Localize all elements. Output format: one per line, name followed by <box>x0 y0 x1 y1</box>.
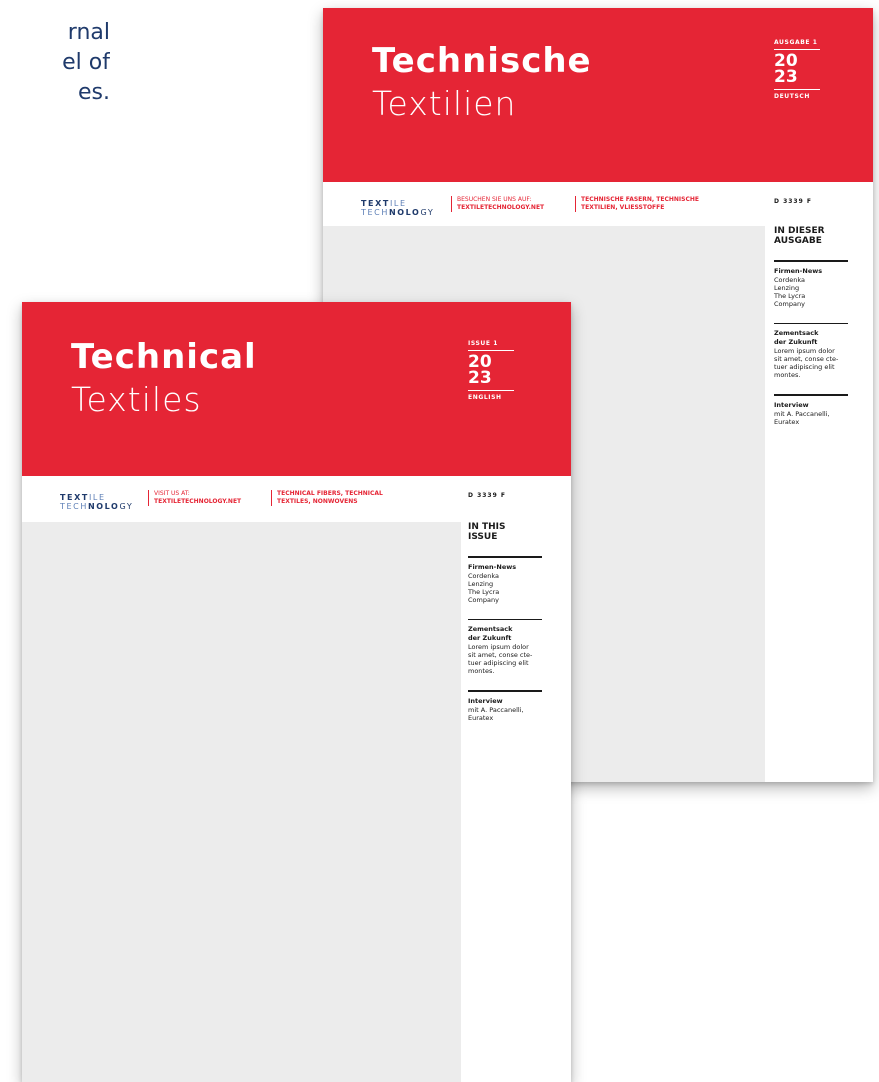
toc-heading: Interview <box>774 400 809 409</box>
visit-info: VISIT US AT: TEXTILETECHNOLOGY.NET <box>148 490 241 506</box>
toc-body-line: The Lycra <box>468 587 500 596</box>
intro-line: rnal <box>67 20 110 45</box>
toc-body-line: Company <box>774 299 805 308</box>
toc-title-line: IN THIS <box>468 522 506 532</box>
doc-code: D 3339 F <box>468 492 506 499</box>
toc-body-line: sit amet, conse cte- <box>774 355 839 363</box>
logo-part: TECH <box>60 502 88 511</box>
toc-body-line: mit A. Paccanelli, <box>468 705 524 714</box>
logo-part: NOLO <box>87 502 120 511</box>
toc-body-line: Lenzing <box>468 579 494 588</box>
cover-title: Technische <box>372 41 592 81</box>
toc-section: Interview mit A. Paccanelli, Euratex <box>774 401 854 426</box>
info-bar: TEXTILE TECHNOLOGY BESUCHEN SIE UNS AUF:… <box>323 182 873 226</box>
toc-heading: Zementsack <box>468 625 513 633</box>
issue-year: 20 23 <box>468 354 514 391</box>
toc-body-line: Cordenka <box>774 275 805 284</box>
topics-line: TECHNISCHE FASERN, TECHNISCHE <box>581 196 700 203</box>
issue-label: ISSUE 1 <box>468 340 514 351</box>
toc-body-line: mit A. Paccanelli, <box>774 409 830 418</box>
toc-divider <box>774 322 848 324</box>
toc-heading: der Zukunft <box>774 338 818 346</box>
logo-part: TEXT <box>60 493 89 502</box>
toc-body-line: montes. <box>468 667 495 675</box>
title-band: Technical Textiles ISSUE 1 20 23 ENGLISH <box>22 302 571 476</box>
toc-body-line: The Lycra <box>774 291 806 300</box>
cover-image-placeholder <box>22 522 461 1082</box>
toc-heading: Interview <box>468 696 503 705</box>
table-of-contents: IN THIS ISSUE Firmen-News Cordenka Lenzi… <box>468 522 548 737</box>
topics-line: TEXTILES, NONWOVENS <box>277 498 358 505</box>
topics-line: TECHNICAL FIBERS, TECHNICAL <box>277 490 383 497</box>
toc-body-line: Lorem ipsum dolor <box>774 347 835 355</box>
logo-part: TEXT <box>361 199 390 208</box>
toc-title-line: ISSUE <box>468 532 498 542</box>
toc-heading: der Zukunft <box>468 634 512 642</box>
toc-body-line: sit amet, conse cte- <box>468 651 533 659</box>
intro-line: es. <box>78 80 110 105</box>
toc-body-line: Euratex <box>774 417 800 426</box>
toc-title: IN THIS ISSUE <box>468 522 548 542</box>
toc-body-line: tuer adipiscing elit <box>774 363 835 371</box>
topics-info: TECHNISCHE FASERN, TECHNISCHE TEXTILIEN,… <box>575 196 699 212</box>
visit-url: TEXTILETECHNOLOGY.NET <box>154 498 242 505</box>
issue-language: DEUTSCH <box>774 93 810 100</box>
visit-label: VISIT US AT: <box>154 490 190 497</box>
issue-block: AUSGABE 1 20 23 DEUTSCH <box>774 39 820 100</box>
topics-info: TECHNICAL FIBERS, TECHNICAL TEXTILES, NO… <box>271 490 383 506</box>
toc-body-line: montes. <box>774 371 801 379</box>
toc-section: Interview mit A. Paccanelli, Euratex <box>468 697 548 722</box>
cover-subtitle: Textilien <box>372 84 517 123</box>
intro-line: el of <box>62 50 110 75</box>
cover-subtitle: Textiles <box>71 380 202 419</box>
issue-block: ISSUE 1 20 23 ENGLISH <box>468 340 514 401</box>
toc-divider <box>468 690 542 692</box>
toc-body-line: Cordenka <box>468 571 499 580</box>
toc-section: Firmen-News Cordenka Lenzing The Lycra C… <box>468 563 548 604</box>
toc-body-line: tuer adipiscing elit <box>468 659 529 667</box>
toc-divider <box>774 260 848 262</box>
visit-url: TEXTILETECHNOLOGY.NET <box>457 204 545 211</box>
logo-part: ILE <box>389 199 407 208</box>
toc-body-line: Lorem ipsum dolor <box>468 643 529 651</box>
intro-text: rnal el of es. <box>0 18 110 148</box>
toc-section: Zementsack der Zukunft Lorem ipsum dolor… <box>468 625 548 675</box>
topics-line: TEXTILIEN, VLIESSTOFFE <box>581 204 665 211</box>
toc-divider <box>468 556 542 558</box>
cover-english: Technical Textiles ISSUE 1 20 23 ENGLISH… <box>22 302 571 1082</box>
cover-title: Technical <box>71 337 257 377</box>
issue-label: AUSGABE 1 <box>774 39 820 50</box>
logo-part: NOLO <box>388 208 421 217</box>
visit-label: BESUCHEN SIE UNS AUF: <box>457 196 532 203</box>
issue-year-bottom: 23 <box>468 368 492 388</box>
issue-year-bottom: 23 <box>774 67 798 87</box>
toc-section: Zementsack der Zukunft Lorem ipsum dolor… <box>774 329 854 379</box>
toc-body-line: Company <box>468 595 499 604</box>
toc-heading: Firmen-News <box>468 562 517 571</box>
toc-divider <box>774 394 848 396</box>
logo-part: GY <box>420 208 435 217</box>
title-band: Technische Textilien AUSGABE 1 20 23 DEU… <box>323 8 873 182</box>
toc-body-line: Euratex <box>468 713 494 722</box>
toc-body-line: Lenzing <box>774 283 800 292</box>
toc-section: Firmen-News Cordenka Lenzing The Lycra C… <box>774 267 854 308</box>
toc-title-line: AUSGABE <box>774 236 822 246</box>
logo-part: ILE <box>88 493 106 502</box>
brand-logo: TEXTILE TECHNOLOGY <box>361 200 434 217</box>
doc-code: D 3339 F <box>774 198 812 205</box>
info-bar: TEXTILE TECHNOLOGY VISIT US AT: TEXTILET… <box>22 476 571 522</box>
issue-year: 20 23 <box>774 53 820 90</box>
brand-logo: TEXTILE TECHNOLOGY <box>60 494 133 511</box>
toc-divider <box>468 618 542 620</box>
toc-title-line: IN DIESER <box>774 226 825 236</box>
toc-title: IN DIESER AUSGABE <box>774 226 854 246</box>
issue-language: ENGLISH <box>468 394 502 401</box>
logo-part: GY <box>119 502 134 511</box>
logo-part: TECH <box>361 208 389 217</box>
table-of-contents: IN DIESER AUSGABE Firmen-News Cordenka L… <box>774 226 854 441</box>
toc-heading: Zementsack <box>774 329 819 337</box>
visit-info: BESUCHEN SIE UNS AUF: TEXTILETECHNOLOGY.… <box>451 196 544 212</box>
toc-heading: Firmen-News <box>774 266 823 275</box>
